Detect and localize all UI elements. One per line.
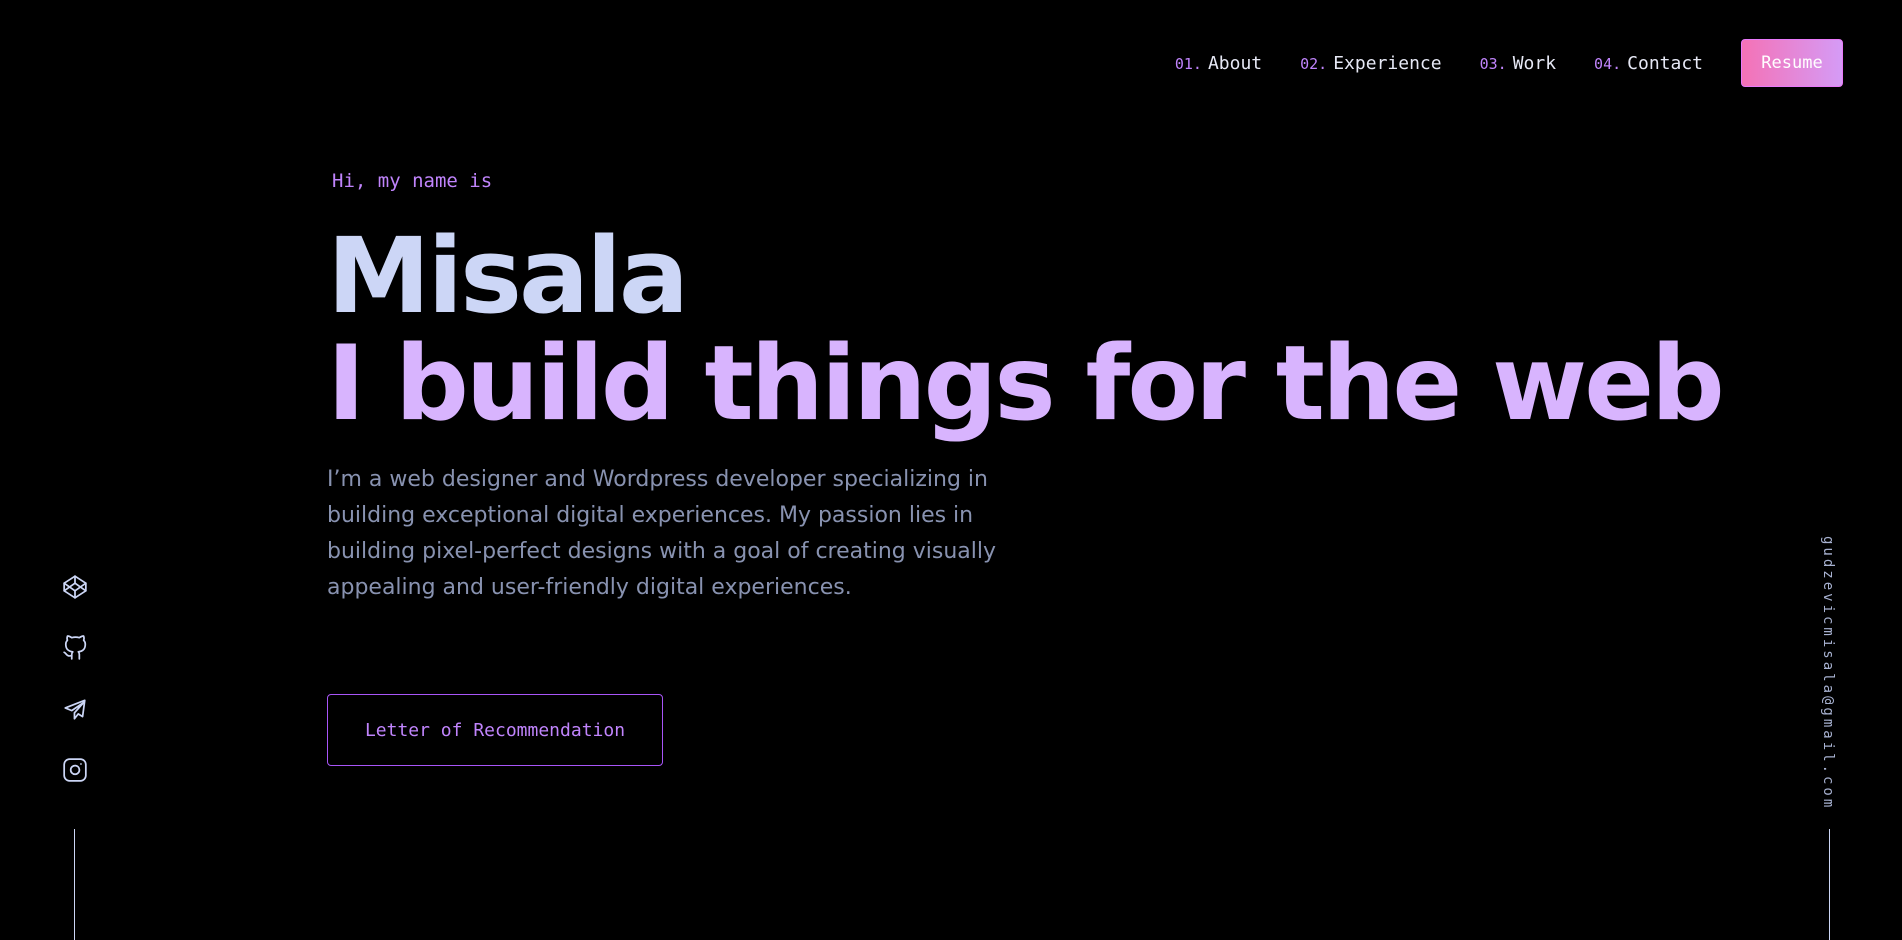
email-link[interactable]: gudzevicmisala@gmail.com [1820,536,1836,810]
nav-label: Experience [1333,52,1442,74]
nav-number: 04. [1594,54,1622,73]
social-links [62,574,88,818]
nav-item-work[interactable]: 03. Work [1480,53,1556,74]
nav-number: 03. [1479,54,1507,73]
main-nav: 01. About 02. Experience 03. Work 04. Co… [1175,39,1843,87]
hero-name: Misala [327,215,689,337]
nav-item-contact[interactable]: 04. Contact [1594,53,1703,74]
nav-item-about[interactable]: 01. About [1175,53,1262,74]
codepen-icon[interactable] [62,574,88,600]
nav-number: 01. [1174,54,1202,73]
left-divider-line [74,829,75,940]
greeting: Hi, my name is [332,170,493,192]
nav-label: About [1207,52,1263,74]
nav-number: 02. [1300,54,1328,73]
letter-of-recommendation-button[interactable]: Letter of Recommendation [327,694,663,766]
nav-label: Work [1512,52,1557,74]
nav-item-experience[interactable]: 02. Experience [1300,53,1441,74]
hero-tagline: I build things for the web [327,324,1725,444]
telegram-icon[interactable] [62,696,88,722]
right-divider-line [1829,829,1830,940]
instagram-icon[interactable] [62,757,88,783]
hero-intro: I’m a web designer and Wordpress develop… [327,467,997,600]
nav-label: Contact [1627,52,1703,74]
resume-button[interactable]: Resume [1741,39,1843,87]
github-icon[interactable] [62,635,88,661]
